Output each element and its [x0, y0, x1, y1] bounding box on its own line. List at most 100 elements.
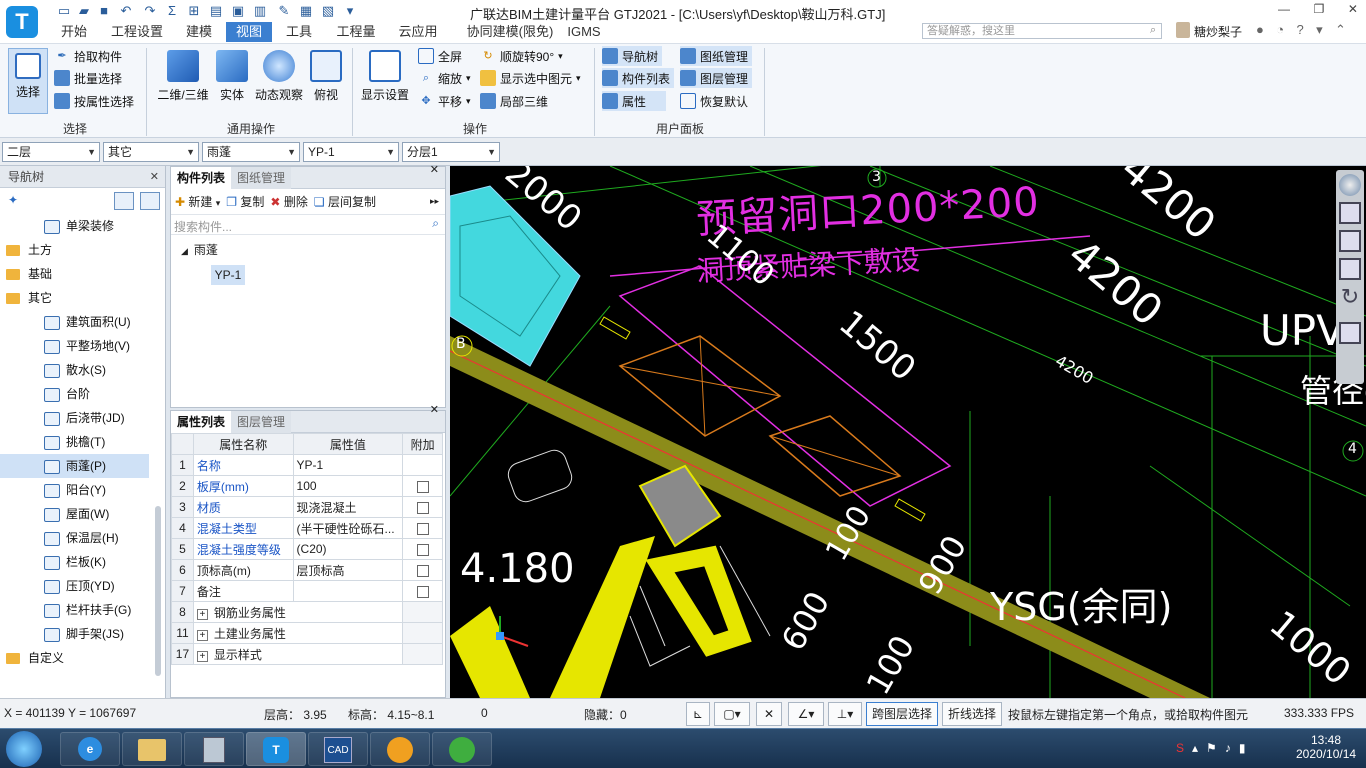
nav-item[interactable]: 建筑面积(U)	[0, 310, 165, 334]
nav-item[interactable]: 栏板(K)	[0, 550, 165, 574]
table-icon[interactable]: ▦	[298, 3, 314, 19]
menu-modeling[interactable]: 建模	[176, 22, 222, 42]
tab-property-list[interactable]: 属性列表	[171, 411, 232, 433]
chat-icon[interactable]: ●	[1256, 22, 1264, 38]
help-search-input[interactable]: 答疑解惑，搜这里	[922, 23, 1162, 39]
grid-icon[interactable]	[1339, 322, 1361, 344]
expand-icon[interactable]: +	[196, 650, 208, 662]
nav-item[interactable]: 压顶(YD)	[0, 574, 165, 598]
table-row[interactable]: 6 顶标高(m) 层顶标高	[171, 559, 443, 581]
nav-item[interactable]: 阳台(Y)	[0, 478, 165, 502]
table-row[interactable]: 7 备注	[171, 580, 443, 602]
clock[interactable]: 13:48 2020/10/14	[1296, 733, 1356, 761]
redo-icon[interactable]: ↷	[142, 3, 158, 19]
nav-item[interactable]: 散水(S)	[0, 358, 165, 382]
property-value[interactable]	[292, 580, 404, 602]
input-method-icon[interactable]: S	[1176, 741, 1184, 755]
collapse-icon[interactable]: ◢	[181, 246, 188, 256]
layer-mgmt-toggle[interactable]: 图层管理	[680, 68, 753, 88]
zoom-button[interactable]: ⌕ 缩放 ▾	[418, 68, 471, 88]
expand-icon[interactable]: +	[196, 608, 208, 620]
extra-checkbox[interactable]	[416, 480, 429, 493]
tree-item-yp1[interactable]: YP-1	[211, 265, 245, 285]
nav-item[interactable]: 后浇带(JD)	[0, 406, 165, 430]
table-row[interactable]: 11 + 土建业务属性	[171, 622, 443, 644]
scrollbar[interactable]	[155, 506, 161, 676]
taskbar-gtj[interactable]: T	[246, 732, 306, 766]
cross-button[interactable]: ✕	[756, 702, 782, 726]
rotate-button[interactable]: ↻ 顺旋转90° ▾	[480, 46, 562, 66]
list-view-icon[interactable]	[114, 192, 134, 210]
restore-icon[interactable]: ❐	[1314, 2, 1325, 18]
nav-item[interactable]: 其它	[0, 286, 165, 310]
flag-icon[interactable]: ⚑	[1206, 741, 1217, 755]
taskbar-bird[interactable]	[370, 732, 430, 766]
pan-button[interactable]: ✥ 平移 ▾	[418, 91, 470, 111]
search-icon[interactable]: ⌕	[432, 216, 439, 231]
pin-icon[interactable]: ⌃	[1335, 22, 1346, 38]
nav-item[interactable]: 台阶	[0, 382, 165, 406]
nav-item[interactable]: 脚手架(JS)	[0, 622, 165, 646]
view-2d3d-button[interactable]: 二维/三维	[154, 50, 212, 103]
property-value[interactable]: (半干硬性砼砾石...	[292, 517, 404, 539]
view-icon[interactable]: ▣	[230, 3, 246, 19]
layout-icon[interactable]: ▤	[208, 3, 224, 19]
property-value[interactable]: (C20)	[292, 538, 404, 560]
batch-select-button[interactable]: 批量选择	[54, 68, 122, 88]
table-row[interactable]: 5 混凝土强度等级 (C20)	[171, 538, 443, 560]
tab-drawing-mgmt[interactable]: 图纸管理	[231, 167, 292, 189]
select-button[interactable]: 选择	[8, 48, 48, 114]
drawing-canvas[interactable]: 预留洞口200*200 洞顶紧贴梁下敷设 2000 4200 4200 4200…	[450, 166, 1366, 698]
nav-item[interactable]: 雨蓬(P)	[0, 454, 149, 478]
tray-expand-icon[interactable]: ▴	[1192, 741, 1198, 755]
cube-view-icon[interactable]	[1339, 230, 1361, 252]
attr-toggle[interactable]: 属性	[602, 91, 667, 111]
nav-item[interactable]: 土方	[0, 238, 165, 262]
app-logo-icon[interactable]: T	[6, 6, 38, 38]
menu-tools[interactable]: 工具	[276, 22, 322, 42]
volume-icon[interactable]: ♪	[1225, 741, 1231, 755]
orbit-icon[interactable]	[1339, 174, 1361, 196]
nav-tree-toggle[interactable]: 导航树	[602, 46, 663, 66]
category-select[interactable]: 雨蓬 ▼	[202, 142, 300, 162]
grid-view-icon[interactable]	[140, 192, 160, 210]
taskbar-ie[interactable]: e	[60, 732, 120, 766]
attr-select-button[interactable]: 按属性选择	[54, 91, 134, 111]
floor-select[interactable]: 二层 ▼	[2, 142, 100, 162]
type-select[interactable]: 其它 ▼	[103, 142, 199, 162]
pencil-icon[interactable]: ✎	[276, 3, 292, 19]
table-row[interactable]: 2 板厚(mm) 100	[171, 475, 443, 497]
extra-checkbox[interactable]	[416, 501, 429, 514]
new-file-icon[interactable]: ▭	[56, 3, 72, 19]
chevron-down-icon[interactable]: ▾	[1316, 22, 1323, 38]
extra-checkbox[interactable]	[416, 564, 429, 577]
property-value[interactable]: 现浇混凝土	[292, 496, 404, 518]
comp-list-toggle[interactable]: 构件列表	[602, 68, 675, 88]
menu-project-settings[interactable]: 工程设置	[104, 22, 170, 42]
user-name[interactable]: 糖炒梨子	[1194, 23, 1242, 40]
table-row[interactable]: 3 材质 现浇混凝土	[171, 496, 443, 518]
delete-button[interactable]: ✖ 删除	[270, 193, 307, 210]
close-icon[interactable]: ✕	[1348, 2, 1358, 18]
menu-view[interactable]: 视图	[226, 22, 272, 42]
cube-3d-icon[interactable]	[1339, 202, 1361, 224]
menu-igms[interactable]: IGMS	[560, 22, 608, 42]
solid-button[interactable]: 实体	[216, 50, 248, 103]
sum-icon[interactable]: Σ	[164, 3, 180, 19]
extra-checkbox[interactable]	[416, 585, 429, 598]
extra-checkbox[interactable]	[416, 522, 429, 535]
property-value[interactable]: 100	[292, 475, 404, 497]
close-icon[interactable]: ✕	[150, 166, 159, 188]
ortho-button[interactable]: ⊾	[686, 702, 710, 726]
nav-item[interactable]: 屋面(W)	[0, 502, 165, 526]
snap-button[interactable]: ▢▾	[714, 702, 750, 726]
show-selected-button[interactable]: 显示选中图元 ▾	[480, 68, 581, 88]
network-icon[interactable]: ▮	[1239, 741, 1246, 755]
cross-layer-select-button[interactable]: 跨图层选择	[866, 702, 938, 726]
nav-item[interactable]: 基础	[0, 262, 165, 286]
close-icon[interactable]: ✕	[430, 163, 439, 176]
floor-copy-button[interactable]: ❏ 层间复制	[314, 193, 376, 210]
minimize-icon[interactable]: —	[1278, 2, 1290, 18]
drawing-mgmt-toggle[interactable]: 图纸管理	[680, 46, 753, 66]
nav-item[interactable]: 栏杆扶手(G)	[0, 598, 165, 622]
